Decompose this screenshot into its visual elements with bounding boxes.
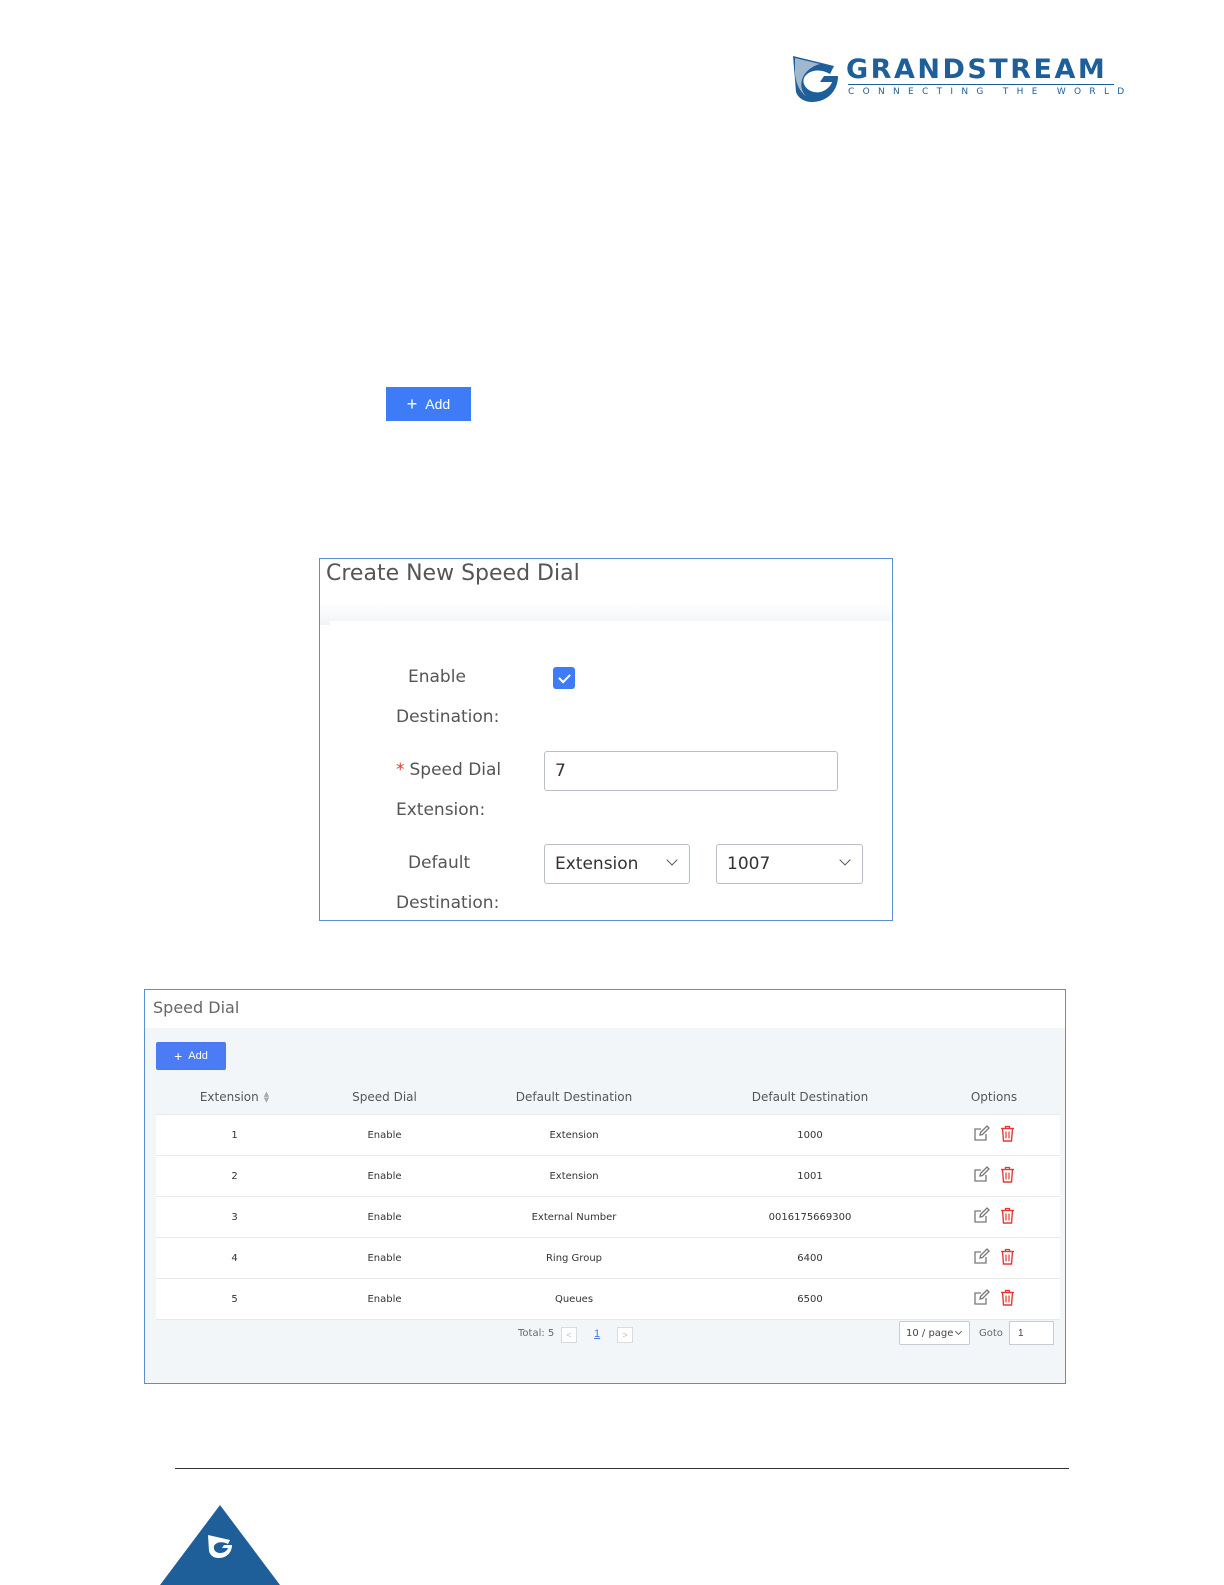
required-marker: * bbox=[396, 760, 405, 780]
enable-label: Enable bbox=[408, 667, 466, 687]
edit-icon[interactable] bbox=[973, 1207, 990, 1224]
chevron-down-icon bbox=[666, 854, 678, 866]
cell-options bbox=[928, 1196, 1060, 1238]
footer-divider bbox=[175, 1468, 1069, 1469]
table-row: 3 Enable External Number 0016175669300 bbox=[156, 1196, 1060, 1238]
cell-extension: 2 bbox=[156, 1155, 313, 1197]
prev-page-button[interactable]: < bbox=[561, 1327, 577, 1343]
logo-rule bbox=[848, 84, 1114, 85]
column-header-label: Extension bbox=[199, 1089, 259, 1104]
cell-speed-dial: Enable bbox=[313, 1155, 456, 1197]
table-row: 5 Enable Queues 6500 bbox=[156, 1278, 1060, 1320]
cell-options bbox=[928, 1114, 1060, 1156]
column-header-extension[interactable]: Extension ▲ ▼ bbox=[156, 1079, 313, 1115]
speed-dial-table: Extension ▲ ▼ Speed Dial Default Destinati… bbox=[156, 1079, 1060, 1320]
extension-label-text: Extension bbox=[396, 800, 480, 820]
cell-extension: 4 bbox=[156, 1237, 313, 1279]
cell-options bbox=[928, 1155, 1060, 1197]
cell-speed-dial: Enable bbox=[313, 1278, 456, 1320]
cell-destination-type: Extension bbox=[456, 1114, 692, 1156]
column-header-options: Options bbox=[928, 1079, 1060, 1115]
cell-speed-dial: Enable bbox=[313, 1114, 456, 1156]
page-size-select[interactable]: 10 / page bbox=[899, 1321, 970, 1345]
destination-label-text: Destination bbox=[396, 893, 494, 913]
plus-icon: + bbox=[406, 394, 418, 414]
brand-name: GRANDSTREAM bbox=[846, 54, 1108, 85]
page-number-current[interactable]: 1 bbox=[594, 1328, 600, 1340]
grandstream-emblem-icon bbox=[793, 56, 838, 102]
cell-destination-type: Ring Group bbox=[456, 1237, 692, 1279]
cell-destination: 1001 bbox=[692, 1155, 928, 1197]
colon: : bbox=[479, 800, 486, 820]
edit-icon[interactable] bbox=[973, 1166, 990, 1183]
destination-type-value: Extension bbox=[555, 854, 639, 874]
cell-destination-type: Queues bbox=[456, 1278, 692, 1320]
colon: : bbox=[493, 707, 500, 727]
cell-extension: 5 bbox=[156, 1278, 313, 1320]
destination-value: 1007 bbox=[727, 854, 771, 874]
panel-title-bar bbox=[145, 990, 1065, 1028]
add-speed-dial-button[interactable]: + Add bbox=[156, 1042, 226, 1070]
delete-icon[interactable] bbox=[1000, 1207, 1015, 1224]
cell-speed-dial: Enable bbox=[313, 1196, 456, 1238]
table-header-row: Extension ▲ ▼ Speed Dial Default Destinati… bbox=[156, 1079, 1060, 1115]
cell-destination-type: Extension bbox=[456, 1155, 692, 1197]
cell-destination-type: External Number bbox=[456, 1196, 692, 1238]
next-page-button[interactable]: > bbox=[617, 1327, 633, 1343]
edit-icon[interactable] bbox=[973, 1289, 990, 1306]
cell-destination: 6500 bbox=[692, 1278, 928, 1320]
edit-icon[interactable] bbox=[973, 1125, 990, 1142]
cell-destination: 0016175669300 bbox=[692, 1196, 928, 1238]
footer-logo-triangle-icon bbox=[160, 1505, 280, 1585]
enable-label-line2: Destination: bbox=[396, 707, 499, 727]
grandstream-logo: GRANDSTREAM CONNECTING THE WORLD bbox=[790, 52, 1124, 104]
speed-dial-extension-input[interactable]: 7 bbox=[544, 751, 838, 791]
add-button-label: Add bbox=[425, 396, 451, 412]
dialog-body: Enable Destination: * Speed Dial Extensio… bbox=[330, 621, 892, 920]
cell-extension: 3 bbox=[156, 1196, 313, 1238]
cell-extension: 1 bbox=[156, 1114, 313, 1156]
plus-icon: + bbox=[174, 1048, 183, 1064]
delete-icon[interactable] bbox=[1000, 1125, 1015, 1142]
delete-icon[interactable] bbox=[1000, 1289, 1015, 1306]
delete-icon[interactable] bbox=[1000, 1248, 1015, 1265]
table-row: 1 Enable Extension 1000 bbox=[156, 1114, 1060, 1156]
column-header-default-destination: Default Destination bbox=[456, 1079, 692, 1115]
table-row: 2 Enable Extension 1001 bbox=[156, 1155, 1060, 1197]
cell-destination: 1000 bbox=[692, 1114, 928, 1156]
create-speed-dial-dialog: Create New Speed Dial Enable Destination… bbox=[319, 558, 893, 921]
add-button[interactable]: + Add bbox=[386, 387, 471, 421]
edit-icon[interactable] bbox=[973, 1248, 990, 1265]
enable-destination-checkbox[interactable] bbox=[553, 667, 575, 689]
cell-options bbox=[928, 1237, 1060, 1279]
delete-icon[interactable] bbox=[1000, 1166, 1015, 1183]
default-destination-label: Default bbox=[408, 853, 471, 873]
colon: : bbox=[493, 893, 500, 913]
chevron-down-icon bbox=[839, 854, 851, 866]
add-speed-dial-label: Add bbox=[188, 1050, 208, 1062]
enable-label-text: Destination bbox=[396, 707, 494, 727]
table-row: 4 Enable Ring Group 6400 bbox=[156, 1237, 1060, 1279]
brand-tagline: CONNECTING THE WORLD bbox=[848, 87, 1133, 97]
cell-options bbox=[928, 1278, 1060, 1320]
page-size-value: 10 / page bbox=[906, 1327, 954, 1339]
goto-page-input[interactable]: 1 bbox=[1009, 1321, 1054, 1345]
column-header-default-destination-value: Default Destination bbox=[692, 1079, 928, 1115]
goto-label: Goto bbox=[979, 1328, 1003, 1339]
speed-dial-label: * Speed Dial bbox=[396, 760, 501, 780]
panel-title: Speed Dial bbox=[153, 998, 240, 1017]
cell-speed-dial: Enable bbox=[313, 1237, 456, 1279]
sort-icon[interactable]: ▲ ▼ bbox=[264, 1091, 269, 1104]
chevron-down-icon bbox=[954, 1327, 963, 1336]
column-header-speed-dial: Speed Dial bbox=[313, 1079, 456, 1115]
destination-value-select[interactable]: 1007 bbox=[716, 844, 863, 884]
destination-type-select[interactable]: Extension bbox=[544, 844, 690, 884]
cell-destination: 6400 bbox=[692, 1237, 928, 1279]
dialog-title: Create New Speed Dial bbox=[326, 561, 580, 586]
speed-dial-label-text: Speed Dial bbox=[409, 760, 502, 780]
total-count: Total: 5 bbox=[518, 1328, 555, 1339]
speed-dial-label-line2: Extension: bbox=[396, 800, 485, 820]
default-destination-label-line2: Destination: bbox=[396, 893, 499, 913]
speed-dial-panel: Speed Dial + Add Extension ▲ ▼ Speed Dial … bbox=[144, 989, 1066, 1384]
